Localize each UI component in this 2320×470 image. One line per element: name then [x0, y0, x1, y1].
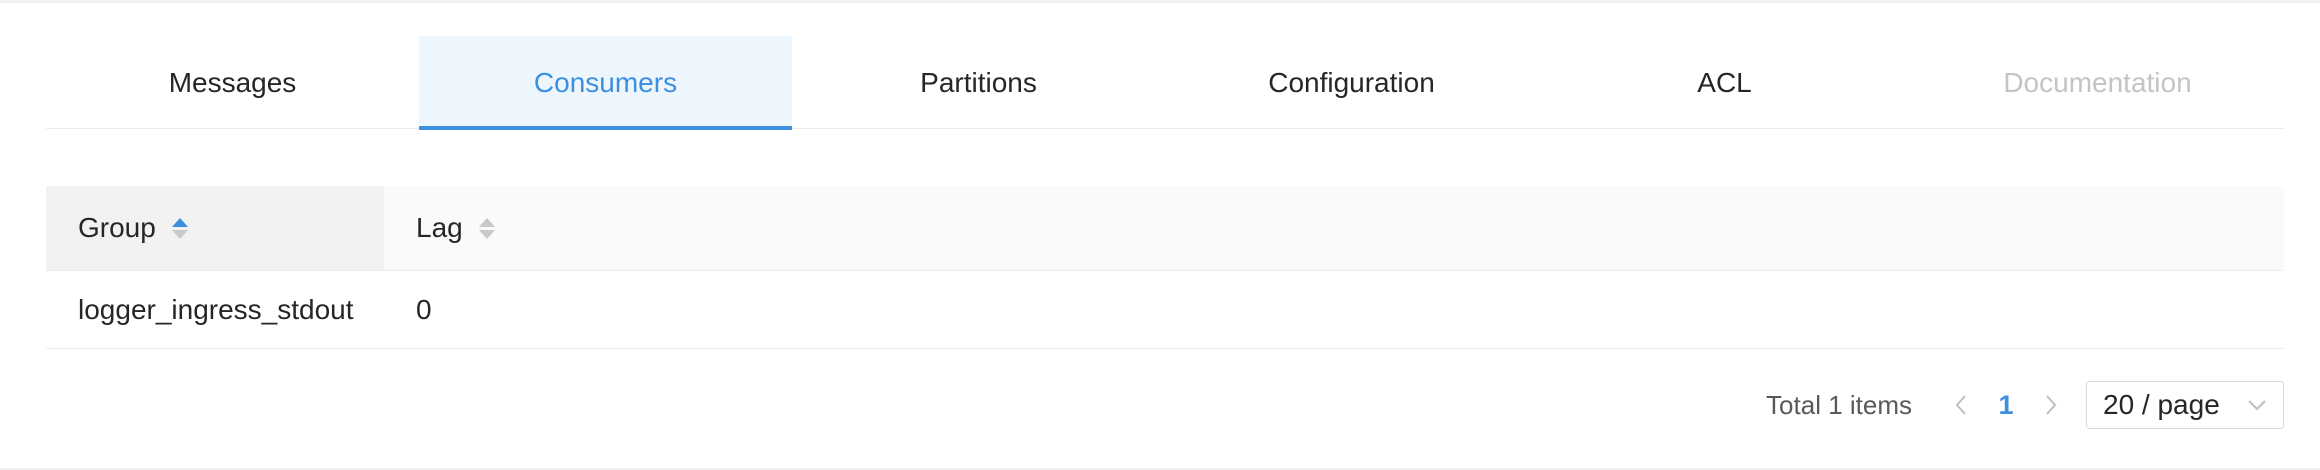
page-item-current[interactable]: 1 [1982, 384, 2030, 426]
sort-down-arrow-icon [478, 229, 495, 239]
sort-up-arrow-icon [171, 217, 188, 227]
prev-page-button[interactable] [1940, 384, 1982, 426]
sort-ascending-icon[interactable] [171, 217, 188, 239]
cell-lag: 0 [416, 293, 432, 325]
tab-bar: Messages Consumers Partitions Configurat… [46, 36, 2284, 130]
consumers-table: Group Lag logger_ingress_stdout 0 [46, 186, 2284, 349]
cell-group: logger_ingress_stdout [78, 293, 354, 325]
tab-acl[interactable]: ACL [1538, 36, 1911, 129]
sort-icon[interactable] [478, 217, 495, 239]
column-header-group[interactable]: Group [46, 186, 384, 270]
chevron-right-icon [2046, 395, 2057, 415]
pagination: Total 1 items 1 20 / page [1766, 381, 2284, 429]
next-page-button[interactable] [2030, 384, 2072, 426]
tab-messages[interactable]: Messages [46, 36, 419, 129]
column-header-lag[interactable]: Lag [384, 186, 2284, 270]
tab-partitions[interactable]: Partitions [792, 36, 1165, 129]
page-size-select[interactable]: 20 / page [2086, 381, 2284, 429]
sort-up-arrow-icon [478, 217, 495, 227]
table-header: Group Lag [46, 186, 2284, 271]
top-divider [0, 0, 2320, 3]
table-row: logger_ingress_stdout 0 [46, 271, 2284, 349]
tab-consumers[interactable]: Consumers [419, 36, 792, 130]
column-header-label: Lag [416, 212, 463, 243]
tab-documentation: Documentation [2003, 66, 2192, 98]
column-header-label: Group [78, 212, 156, 243]
tab-configuration[interactable]: Configuration [1165, 36, 1538, 129]
chevron-down-icon [2248, 400, 2266, 411]
sort-down-arrow-icon [171, 229, 188, 239]
total-items-text: Total 1 items [1766, 389, 1912, 420]
page-size-value: 20 / page [2103, 389, 2220, 420]
chevron-left-icon [1955, 395, 1966, 415]
